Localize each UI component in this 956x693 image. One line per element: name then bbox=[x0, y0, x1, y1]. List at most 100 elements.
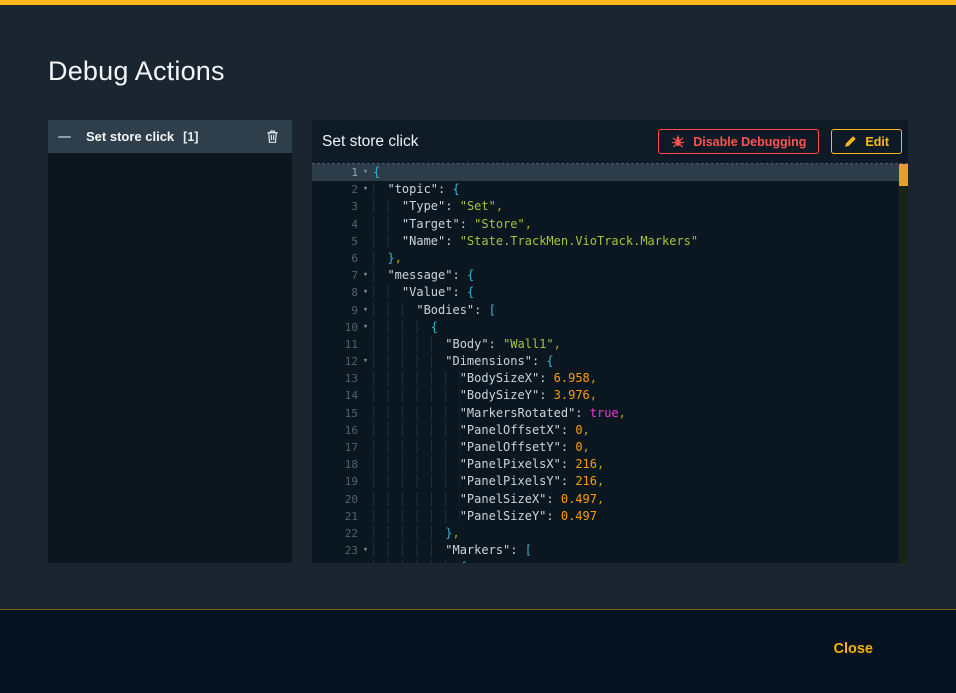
line-number: 22 bbox=[312, 525, 358, 542]
code-line[interactable]: 6 }, bbox=[312, 250, 899, 267]
fold-spacer bbox=[358, 250, 373, 267]
code-text: "BodySizeY": 3.976, bbox=[373, 387, 597, 404]
line-number: 18 bbox=[312, 456, 358, 473]
code-line[interactable]: 5 "Name": "State.TrackMen.VioTrack.Marke… bbox=[312, 233, 899, 250]
fold-spacer bbox=[358, 491, 373, 508]
code-line[interactable]: 22 }, bbox=[312, 525, 899, 542]
editor-scrollbar-thumb[interactable] bbox=[899, 164, 908, 186]
code-line[interactable]: 12▾ "Dimensions": { bbox=[312, 353, 899, 370]
line-number: 20 bbox=[312, 491, 358, 508]
line-number: 15 bbox=[312, 405, 358, 422]
code-text: "MarkersRotated": true, bbox=[373, 405, 626, 422]
line-number: 24 bbox=[312, 559, 358, 563]
code-text: { bbox=[373, 559, 467, 563]
fold-spacer bbox=[358, 559, 373, 563]
code-text: "BodySizeX": 6.958, bbox=[373, 370, 597, 387]
code-line[interactable]: 19 "PanelPixelsY": 216, bbox=[312, 473, 899, 490]
fold-arrow-icon[interactable]: ▾ bbox=[358, 302, 373, 319]
code-line[interactable]: 18 "PanelPixelsX": 216, bbox=[312, 456, 899, 473]
code-text: { bbox=[373, 319, 438, 336]
line-number: 21 bbox=[312, 508, 358, 525]
code-line[interactable]: 20 "PanelSizeX": 0.497, bbox=[312, 491, 899, 508]
line-number: 10 bbox=[312, 319, 358, 336]
line-number: 23 bbox=[312, 542, 358, 559]
fold-spacer bbox=[358, 508, 373, 525]
json-editor[interactable]: 1▾{2▾ "topic": {3 "Type": "Set",4 "Targe… bbox=[312, 163, 908, 563]
code-line[interactable]: 3 "Type": "Set", bbox=[312, 198, 899, 215]
line-number: 5 bbox=[312, 233, 358, 250]
code-line[interactable]: 10▾ { bbox=[312, 319, 899, 336]
fold-spacer bbox=[358, 370, 373, 387]
action-detail-panel: Set store click bbox=[312, 120, 908, 563]
code-text: "Markers": [ bbox=[373, 542, 532, 559]
code-text: { bbox=[373, 164, 380, 181]
edit-button[interactable]: Edit bbox=[831, 129, 902, 154]
fold-arrow-icon[interactable]: ▾ bbox=[358, 353, 373, 370]
fold-spacer bbox=[358, 387, 373, 404]
editor-scrollbar[interactable] bbox=[899, 164, 908, 563]
fold-spacer bbox=[358, 439, 373, 456]
fold-arrow-icon[interactable]: ▾ bbox=[358, 267, 373, 284]
code-line[interactable]: 14 "BodySizeY": 3.976, bbox=[312, 387, 899, 404]
code-text: "Name": "State.TrackMen.VioTrack.Markers… bbox=[373, 233, 698, 250]
code-line[interactable]: 16 "PanelOffsetX": 0, bbox=[312, 422, 899, 439]
fold-arrow-icon[interactable]: ▾ bbox=[358, 284, 373, 301]
code-line[interactable]: 1▾{ bbox=[312, 164, 899, 181]
trash-icon[interactable] bbox=[265, 129, 280, 144]
action-count-badge: [1] bbox=[183, 130, 198, 144]
page-title: Debug Actions bbox=[48, 56, 225, 87]
fold-spacer bbox=[358, 233, 373, 250]
line-number: 8 bbox=[312, 284, 358, 301]
action-group-header[interactable]: Set store click [1] bbox=[48, 120, 292, 153]
code-text: "PanelPixelsX": 216, bbox=[373, 456, 604, 473]
code-line[interactable]: 2▾ "topic": { bbox=[312, 181, 899, 198]
fold-arrow-icon[interactable]: ▾ bbox=[358, 542, 373, 559]
code-line[interactable]: 23▾ "Markers": [ bbox=[312, 542, 899, 559]
code-line[interactable]: 24 { bbox=[312, 559, 899, 563]
line-number: 4 bbox=[312, 216, 358, 233]
code-text: "Type": "Set", bbox=[373, 198, 503, 215]
line-number: 2 bbox=[312, 181, 358, 198]
fold-arrow-icon[interactable]: ▾ bbox=[358, 319, 373, 336]
code-line[interactable]: 9▾ "Bodies": [ bbox=[312, 302, 899, 319]
code-text: }, bbox=[373, 250, 402, 267]
disable-debugging-button[interactable]: Disable Debugging bbox=[658, 129, 819, 154]
code-line[interactable]: 4 "Target": "Store", bbox=[312, 216, 899, 233]
code-line[interactable]: 11 "Body": "Wall1", bbox=[312, 336, 899, 353]
code-line[interactable]: 13 "BodySizeX": 6.958, bbox=[312, 370, 899, 387]
action-group-label: Set store click bbox=[86, 129, 174, 144]
line-number: 17 bbox=[312, 439, 358, 456]
code-text: "PanelPixelsY": 216, bbox=[373, 473, 604, 490]
fold-spacer bbox=[358, 336, 373, 353]
code-line[interactable]: 8▾ "Value": { bbox=[312, 284, 899, 301]
fold-spacer bbox=[358, 473, 373, 490]
code-line[interactable]: 7▾ "message": { bbox=[312, 267, 899, 284]
line-number: 14 bbox=[312, 387, 358, 404]
line-number: 7 bbox=[312, 267, 358, 284]
code-text: "PanelSizeX": 0.497, bbox=[373, 491, 604, 508]
code-line[interactable]: 15 "MarkersRotated": true, bbox=[312, 405, 899, 422]
collapse-minus-icon[interactable] bbox=[58, 136, 71, 138]
code-text: "Value": { bbox=[373, 284, 474, 301]
code-text: "PanelSizeY": 0.497 bbox=[373, 508, 597, 525]
fold-arrow-icon[interactable]: ▾ bbox=[358, 181, 373, 198]
fold-spacer bbox=[358, 525, 373, 542]
fold-spacer bbox=[358, 405, 373, 422]
fold-arrow-icon[interactable]: ▾ bbox=[358, 164, 373, 181]
bug-icon bbox=[671, 135, 685, 149]
edit-label: Edit bbox=[865, 135, 889, 149]
debug-actions-dialog: Debug Actions Set store click [1] Set st… bbox=[0, 5, 956, 609]
code-line[interactable]: 17 "PanelOffsetY": 0, bbox=[312, 439, 899, 456]
fold-spacer bbox=[358, 216, 373, 233]
actions-sidebar: Set store click [1] bbox=[48, 120, 292, 563]
actions-list bbox=[48, 153, 292, 563]
close-button[interactable]: Close bbox=[834, 641, 874, 657]
code-text: "message": { bbox=[373, 267, 474, 284]
fold-spacer bbox=[358, 456, 373, 473]
code-text: "Bodies": [ bbox=[373, 302, 496, 319]
pencil-icon bbox=[844, 135, 857, 148]
code-line[interactable]: 21 "PanelSizeY": 0.497 bbox=[312, 508, 899, 525]
line-number: 12 bbox=[312, 353, 358, 370]
line-number: 1 bbox=[312, 164, 358, 181]
panel-header: Set store click bbox=[312, 120, 908, 163]
